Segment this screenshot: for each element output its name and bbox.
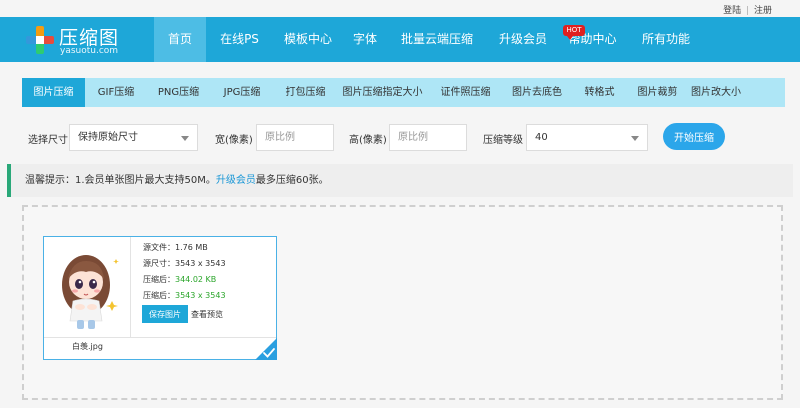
tab-jpg-compress[interactable]: JPG压缩 xyxy=(210,78,274,107)
tab-remove-background[interactable]: 图片去底色 xyxy=(503,78,571,107)
file-name: 白羡.jpg xyxy=(72,342,103,351)
source-file-size: 源文件：1.76 MB xyxy=(143,243,208,252)
upgrade-link[interactable]: 升级会员 xyxy=(216,175,256,186)
tab-convert-format[interactable]: 转格式 xyxy=(571,78,628,107)
tab-resize-image[interactable]: 图片改大小 xyxy=(687,78,745,107)
chevron-down-icon xyxy=(181,136,189,141)
start-compress-button[interactable]: 开始压缩 xyxy=(663,123,725,150)
tab-png-compress[interactable]: PNG压缩 xyxy=(147,78,210,107)
tool-tabs: 图片压缩 GIF压缩 PNG压缩 JPG压缩 打包压缩 图片压缩指定大小 证件照… xyxy=(22,78,785,107)
chevron-down-icon xyxy=(631,136,639,141)
plus-logo-icon xyxy=(26,26,54,54)
width-label: 宽(像素) xyxy=(215,135,253,146)
tab-crop-image[interactable]: 图片裁剪 xyxy=(628,78,687,107)
nav-item-batch-compress[interactable]: 批量云端压缩 xyxy=(387,17,487,62)
tip-notice: 温馨提示：1.会员单张图片最大支持50M。升级会员最多压缩60张。 xyxy=(7,164,793,197)
file-card: 源文件：1.76 MB 源尺寸：3543 x 3543 压缩后：344.02 K… xyxy=(43,236,277,360)
tab-gif-compress[interactable]: GIF压缩 xyxy=(85,78,147,107)
card-divider-horizontal xyxy=(44,337,276,338)
tab-id-photo-compress[interactable]: 证件照压缩 xyxy=(428,78,503,107)
account-links: 登陆 | 注册 xyxy=(723,3,772,16)
nav-item-upgrade[interactable]: 升级会员 xyxy=(487,17,559,62)
height-input[interactable] xyxy=(389,124,467,151)
height-label: 高(像素) xyxy=(349,135,387,146)
size-select[interactable]: 保持原始尺寸 xyxy=(69,124,198,151)
level-select-value: 40 xyxy=(535,132,548,143)
compress-settings: 选择尺寸 保持原始尺寸 宽(像素) 高(像素) 压缩等级 40 开始压缩 xyxy=(0,123,800,152)
compressed-size-label: 压缩后： xyxy=(143,275,175,284)
compressed-dims-value: 3543 x 3543 xyxy=(175,291,226,300)
login-link[interactable]: 登陆 xyxy=(723,6,741,16)
view-preview-link[interactable]: 查看预览 xyxy=(191,309,223,320)
width-input[interactable] xyxy=(256,124,334,151)
register-link[interactable]: 注册 xyxy=(754,6,772,16)
image-thumbnail[interactable] xyxy=(46,239,130,334)
notice-text-prefix: 温馨提示：1.会员单张图片最大支持50M。 xyxy=(25,175,216,186)
main-nav: 首页 在线PS 模板中心 字体 批量云端压缩 升级会员 帮助中心 所有功能 xyxy=(154,17,706,62)
check-corner-icon xyxy=(255,338,277,360)
nav-item-templates[interactable]: 模板中心 xyxy=(273,17,343,62)
level-label: 压缩等级 xyxy=(483,135,523,146)
nav-item-home[interactable]: 首页 xyxy=(154,17,206,62)
hot-badge: HOT xyxy=(563,25,585,40)
nav-item-fonts[interactable]: 字体 xyxy=(343,17,387,62)
logo-subtitle: yasuotu.com xyxy=(60,46,119,56)
compressed-dims-row: 压缩后：3543 x 3543 xyxy=(143,290,226,301)
tab-image-compress[interactable]: 图片压缩 xyxy=(22,78,85,107)
compressed-size-row: 压缩后：344.02 KB xyxy=(143,274,216,285)
tab-package-compress[interactable]: 打包压缩 xyxy=(274,78,337,107)
size-select-value: 保持原始尺寸 xyxy=(78,132,138,143)
compressed-size-value: 344.02 KB xyxy=(175,275,217,284)
site-logo[interactable]: 压缩图 yasuotu.com xyxy=(25,23,155,57)
compressed-dims-label: 压缩后： xyxy=(143,291,175,300)
nav-item-all-features[interactable]: 所有功能 xyxy=(626,17,706,62)
save-image-button[interactable]: 保存图片 xyxy=(142,305,188,323)
level-select[interactable]: 40 xyxy=(526,124,648,151)
link-separator: | xyxy=(746,6,750,16)
top-strip: 登陆 | 注册 xyxy=(0,0,800,17)
tab-compress-to-size[interactable]: 图片压缩指定大小 xyxy=(337,78,428,107)
nav-item-online-ps[interactable]: 在线PS xyxy=(206,17,273,62)
notice-text-suffix: 最多压缩60张。 xyxy=(255,175,329,186)
card-divider-vertical xyxy=(130,237,131,337)
site-header: 压缩图 yasuotu.com 首页 在线PS 模板中心 字体 批量云端压缩 升… xyxy=(0,17,800,62)
source-dimensions: 源尺寸：3543 x 3543 xyxy=(143,259,226,268)
size-label: 选择尺寸 xyxy=(28,135,68,146)
